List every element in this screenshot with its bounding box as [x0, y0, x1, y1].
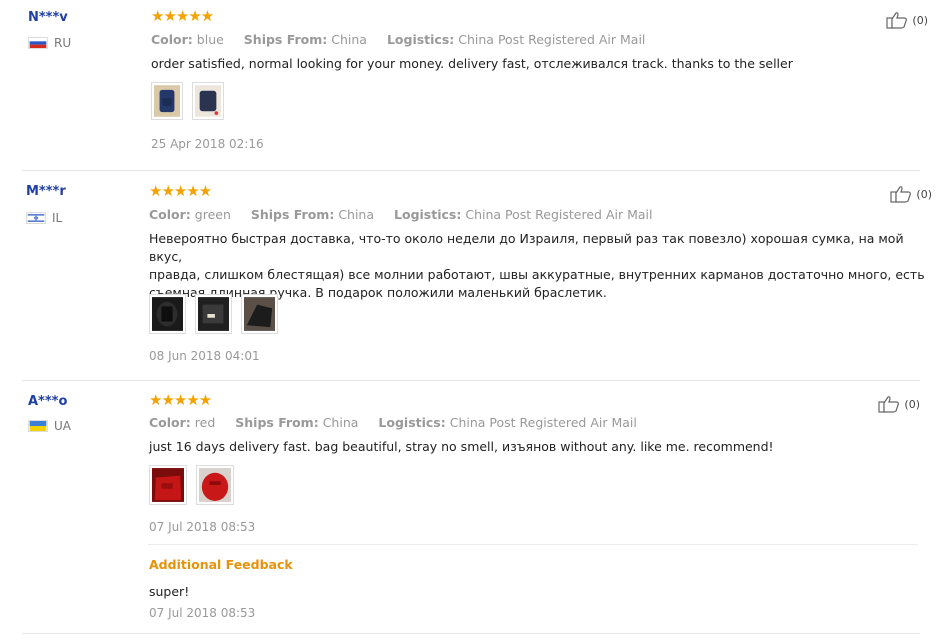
- review-photo[interactable]: [151, 82, 183, 120]
- helpful-count: (0): [912, 13, 928, 27]
- star-rating: ★★★★★: [149, 391, 212, 409]
- additional-feedback-divider: [148, 544, 918, 545]
- bag-red-front-photo: [199, 468, 231, 502]
- helpful-button[interactable]: (0): [878, 395, 920, 413]
- ships-from-value: China: [331, 32, 367, 47]
- ships-from-label: Ships From:: [250, 207, 335, 222]
- bag-interior-photo: [198, 297, 229, 331]
- color-label: Color:: [151, 32, 193, 47]
- helpful-count: (0): [916, 187, 932, 201]
- helpful-button[interactable]: (0): [890, 185, 932, 203]
- thumbs-up-icon: [886, 12, 908, 29]
- review-attributes: Color: red Ships From: China Logistics: …: [149, 415, 653, 430]
- star-rating: ★★★★★: [151, 7, 214, 25]
- review-text: order satisfied, normal looking for your…: [151, 56, 793, 71]
- additional-feedback-date: 07 Jul 2018 08:53: [149, 606, 256, 620]
- additional-feedback-text: super!: [149, 584, 190, 599]
- review-photo[interactable]: [196, 465, 234, 505]
- logistics-label: Logistics:: [394, 207, 462, 222]
- additional-feedback-title: Additional Feedback: [149, 557, 293, 572]
- review-date: 25 Apr 2018 02:16: [151, 137, 264, 151]
- bag-side-photo: [244, 297, 275, 331]
- review-item: M***r IL ★★★★★ Color: green Ships From: …: [0, 170, 950, 380]
- review-photo[interactable]: [195, 294, 232, 334]
- star-rating: ★★★★★: [149, 182, 212, 200]
- review-date: 08 Jun 2018 04:01: [149, 349, 260, 363]
- logistics-label: Logistics:: [378, 415, 446, 430]
- flag-il-icon: [26, 212, 46, 224]
- review-divider: [22, 633, 920, 634]
- review-text: Невероятно быстрая доставка, что-то окол…: [149, 230, 929, 302]
- review-date: 07 Jul 2018 08:53: [149, 520, 256, 534]
- review-photos: [149, 465, 234, 505]
- country-code: UA: [54, 419, 71, 433]
- country-code: RU: [54, 36, 72, 50]
- review-photos: [151, 82, 224, 120]
- flag-ua-icon: [28, 420, 48, 432]
- backpack-dark-photo: [195, 85, 221, 117]
- country-code: IL: [52, 211, 63, 225]
- review-photo[interactable]: [192, 82, 224, 120]
- flag-ru-icon: [28, 37, 48, 49]
- bag-red-photo: [152, 468, 184, 502]
- review-photo[interactable]: [241, 294, 278, 334]
- backpack-blue-photo: [154, 85, 180, 117]
- ships-from-value: China: [338, 207, 375, 222]
- reviewer-country: RU: [28, 36, 71, 50]
- color-label: Color:: [149, 207, 191, 222]
- review-attributes: Color: blue Ships From: China Logistics:…: [151, 32, 661, 47]
- bag-dark-photo: [152, 297, 183, 331]
- review-item: N***v RU ★★★★★ Color: blue Ships From: C…: [0, 0, 950, 170]
- review-attributes: Color: green Ships From: China Logistics…: [149, 207, 668, 222]
- reviewer-name[interactable]: A***o: [28, 394, 67, 409]
- reviewer-name[interactable]: M***r: [26, 184, 66, 199]
- ships-from-value: China: [322, 415, 359, 430]
- logistics-value: China Post Registered Air Mail: [449, 415, 637, 430]
- review-photos: [149, 294, 278, 334]
- helpful-button[interactable]: (0): [886, 11, 928, 29]
- reviewer-country: UA: [28, 419, 71, 433]
- color-value: green: [194, 207, 231, 222]
- logistics-label: Logistics:: [386, 32, 455, 47]
- ships-from-label: Ships From:: [235, 415, 319, 430]
- review-item: A***o UA ★★★★★ Color: red Ships From: Ch…: [0, 380, 950, 643]
- ships-from-label: Ships From:: [243, 32, 328, 47]
- thumbs-up-icon: [890, 186, 912, 203]
- color-value: blue: [196, 32, 224, 47]
- thumbs-up-icon: [878, 396, 900, 413]
- reviewer-country: IL: [26, 211, 62, 225]
- reviewer-name[interactable]: N***v: [28, 10, 68, 25]
- color-value: red: [194, 415, 216, 430]
- review-photo[interactable]: [149, 294, 186, 334]
- logistics-value: China Post Registered Air Mail: [458, 32, 646, 47]
- review-text-line: правда, слишком блестящая) все молнии ра…: [149, 267, 925, 282]
- helpful-count: (0): [904, 397, 920, 411]
- review-text-line: Невероятно быстрая доставка, что-то окол…: [149, 231, 904, 264]
- logistics-value: China Post Registered Air Mail: [465, 207, 653, 222]
- review-text: just 16 days delivery fast. bag beautifu…: [149, 439, 774, 454]
- color-label: Color:: [149, 415, 191, 430]
- review-photo[interactable]: [149, 465, 187, 505]
